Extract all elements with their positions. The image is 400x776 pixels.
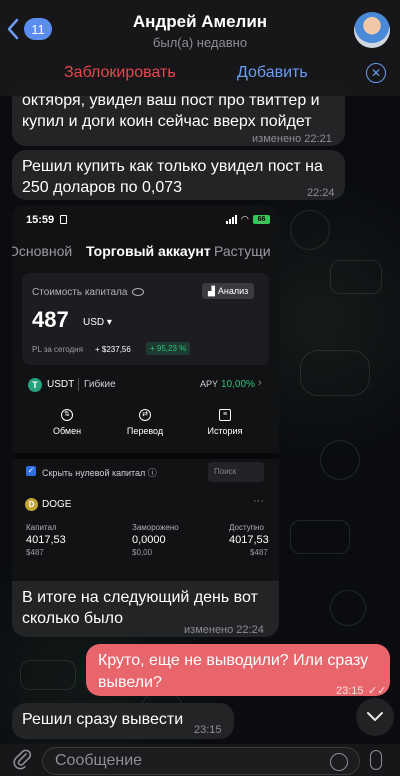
tab-trading: Торговый аккаунт: [86, 243, 211, 259]
composer: [0, 744, 400, 776]
message-text: 250 доларов по 0,073: [22, 179, 183, 196]
paperclip-icon[interactable]: [12, 748, 32, 770]
apy-value: 10,00%: [221, 379, 255, 390]
battery-icon: 66: [253, 215, 270, 224]
hide-zero-row: ✓ Скрыть нулевой капитал ⓘ Поиск: [22, 461, 269, 483]
exchange-icon: ⇅: [61, 409, 73, 421]
actions-row: ⇅ Обмен ⇄ Перевод ≡ История: [22, 403, 269, 449]
status-time: 15:59: [26, 214, 55, 226]
photo-caption[interactable]: В итоге на следующий день вот сколько бы…: [12, 581, 279, 637]
message-bubble[interactable]: Решил сразу вывести 23:15: [12, 703, 234, 739]
microphone-icon[interactable]: [370, 750, 382, 770]
doodle: [20, 660, 76, 690]
doodle: [330, 590, 366, 626]
chat-title[interactable]: Андрей Амелин был(а) недавно: [0, 12, 400, 50]
eye-icon: [132, 288, 144, 296]
pl-label: PL за сегодня: [32, 345, 83, 354]
capital-label: Стоимость капитала: [32, 287, 128, 298]
message-time: изменено 22:24: [184, 624, 264, 636]
action-label: История: [207, 426, 243, 436]
sticker-icon[interactable]: [330, 753, 348, 771]
message-text: Решил купить как только увидел пост на: [22, 158, 323, 175]
column-value: 4017,53: [26, 534, 66, 546]
capital-card: Стоимость капитала ▟ Анализ 487 USD ▾ PL…: [22, 273, 269, 365]
tab-growing: Растущи: [214, 243, 271, 259]
usdt-icon: T: [28, 378, 42, 392]
capital-currency: USD ▾: [83, 317, 112, 328]
screenshot-tabs: Основной Торговый аккаунт Растущи: [12, 239, 279, 267]
pl-percent: + 95,23 %: [146, 342, 191, 355]
column-sub: $487: [26, 548, 44, 557]
more-icon: ···: [253, 495, 264, 507]
section-divider: [12, 453, 279, 459]
wifi-icon: ◠: [241, 214, 249, 224]
message-time: 23:15: [336, 685, 364, 697]
doodle: [300, 350, 370, 396]
message-text: Круто, еще не выводили? Или сразу: [98, 652, 369, 669]
contact-name: Андрей Амелин: [132, 12, 268, 31]
chevron-right-icon: ›: [258, 377, 262, 389]
screenshot-status-bar: 15:59 ◠ 66: [12, 205, 279, 231]
chat-header: 11 Андрей Амелин был(а) недавно Заблокир…: [0, 0, 400, 96]
doodle: [290, 210, 330, 250]
block-button[interactable]: Заблокировать: [64, 64, 176, 82]
doge-name: DOGE: [42, 499, 72, 510]
add-contact-button[interactable]: Добавить: [237, 64, 308, 82]
hide-zero-label: Скрыть нулевой капитал ⓘ: [42, 468, 157, 478]
doge-row: D DOGE ··· Капитал 4017,53 $487 Замороже…: [22, 495, 269, 559]
message-time: 22:24: [307, 187, 335, 199]
column-sub: $487: [250, 548, 268, 557]
action-label: Обмен: [52, 426, 82, 436]
column-sub: $0,00: [132, 548, 153, 557]
scroll-to-bottom-button[interactable]: [356, 698, 394, 736]
contact-action-bar: Заблокировать Добавить ✕: [0, 58, 400, 92]
caption-text: В итоге на следующий день вот: [22, 589, 258, 606]
column-value: 4017,53: [229, 534, 269, 546]
sim-icon: [60, 215, 67, 224]
doodle: [330, 260, 382, 294]
message-bubble[interactable]: Решил купить как только увидел пост на 2…: [12, 150, 345, 200]
analysis-label: Анализ: [217, 286, 249, 296]
photo-message[interactable]: 15:59 ◠ 66 Основной Торговый аккаунт Рас…: [12, 205, 279, 581]
checkbox-checked: ✓: [26, 466, 36, 476]
transfer-action: ⇄ Перевод: [110, 403, 180, 436]
pl-value: + $237,56: [95, 345, 131, 354]
analysis-button: ▟ Анализ: [202, 283, 255, 299]
message-time: 23:15: [194, 724, 222, 736]
capital-value: 487: [32, 307, 69, 332]
doodle: [320, 440, 360, 480]
close-icon[interactable]: ✕: [366, 63, 386, 83]
history-action: ≡ История: [190, 403, 260, 436]
signal-icon: [226, 215, 237, 224]
column-label: Капитал: [26, 523, 57, 532]
chevron-down-icon: [367, 712, 383, 721]
asset-search: Поиск: [208, 462, 264, 482]
exchange-action: ⇅ Обмен: [32, 403, 102, 436]
contact-status: был(а) недавно: [152, 35, 248, 50]
column-label: Доступно: [229, 523, 264, 532]
tab-main: Основной: [12, 243, 73, 259]
transfer-icon: ⇄: [139, 409, 151, 421]
column-value: 0,0000: [132, 534, 166, 546]
history-icon: ≡: [219, 409, 231, 421]
message-time: изменено 22:21: [252, 133, 332, 145]
usdt-name: USDT: [47, 379, 75, 390]
message-input[interactable]: [42, 747, 360, 775]
doge-icon: D: [25, 498, 38, 511]
avatar[interactable]: [354, 12, 390, 48]
apy-label: APY: [200, 379, 219, 389]
usdt-row: T USDT Гибкие APY 10,00% ›: [22, 375, 269, 397]
outgoing-message[interactable]: Круто, еще не выводили? Или сразу вывели…: [86, 644, 390, 697]
column-label: Заморожено: [132, 523, 179, 532]
usdt-type: Гибкие: [84, 379, 116, 390]
divider: [78, 378, 79, 391]
action-label: Перевод: [126, 426, 164, 436]
doodle: [290, 520, 350, 554]
chart-icon: ▟: [208, 285, 215, 296]
